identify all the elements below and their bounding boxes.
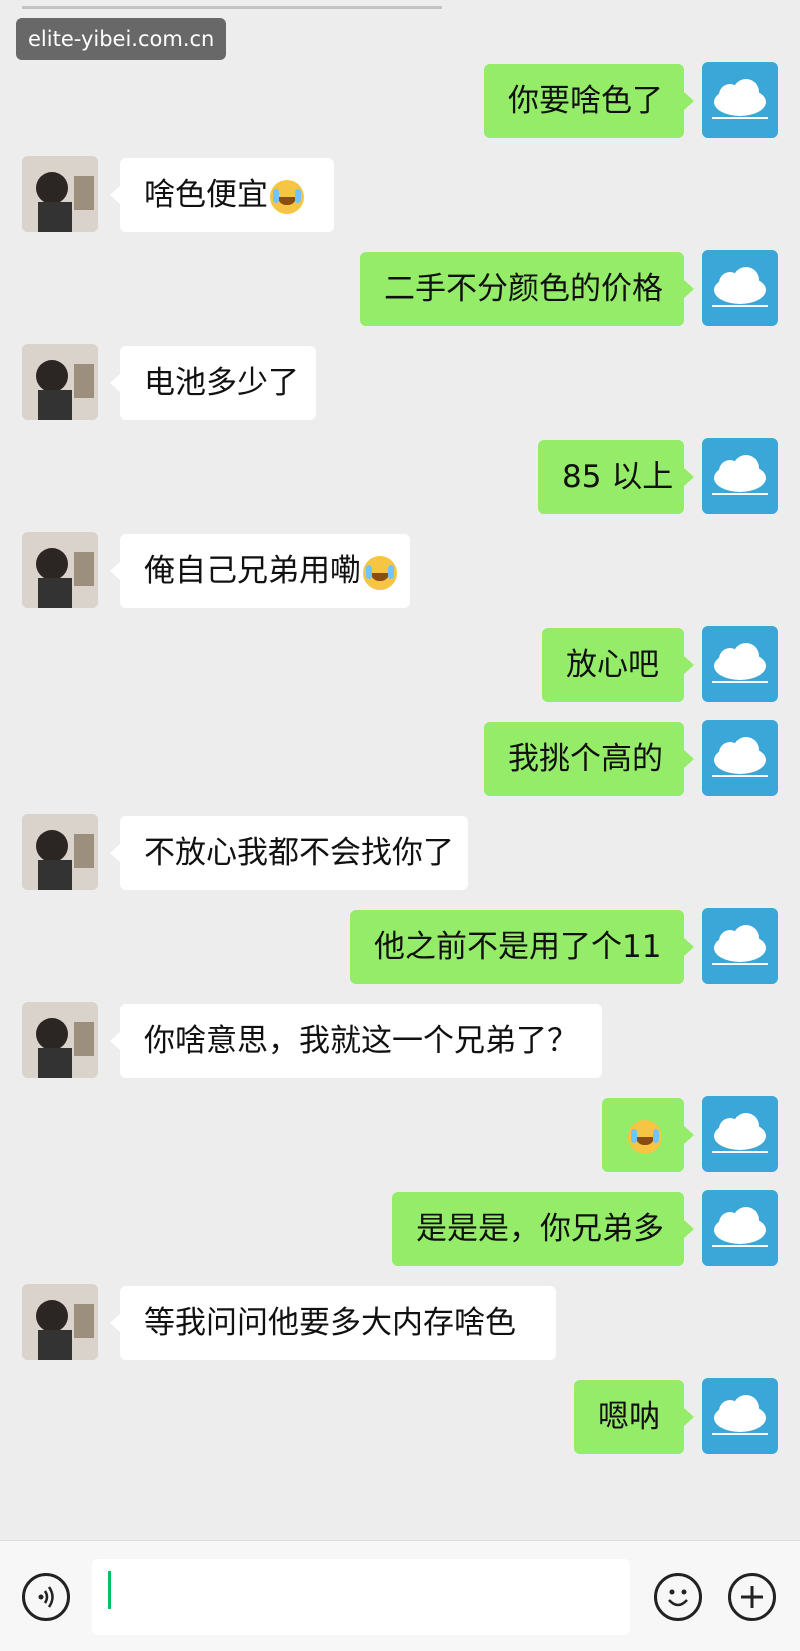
message-text: 他之前不是用了个11 — [374, 929, 662, 965]
message-bubble[interactable]: 他之前不是用了个11 — [350, 910, 694, 984]
message-text: 85 以上 — [562, 459, 674, 495]
message-text: 你啥意思，我就这一个兄弟了？ — [144, 1023, 578, 1059]
message-text: 你要啥色了 — [508, 83, 663, 119]
avatar[interactable] — [702, 720, 778, 796]
message-text: 二手不分颜色的价格 — [384, 271, 663, 307]
message-text: 嗯呐 — [598, 1399, 660, 1435]
message-row: 你要啥色了 — [0, 62, 800, 142]
message-text: 我挑个高的 — [508, 741, 663, 777]
message-row: 他之前不是用了个11 — [0, 908, 800, 988]
message-bubble[interactable]: 不放心我都不会找你了 — [110, 816, 468, 890]
voice-icon — [38, 1586, 54, 1608]
message-bubble[interactable]: 电池多少了 — [110, 346, 316, 420]
message-row: 我挑个高的 — [0, 720, 800, 800]
avatar[interactable] — [702, 1096, 778, 1172]
cloud-icon — [712, 1395, 768, 1435]
message-text: 等我问问他要多大内存啥色 — [144, 1305, 516, 1341]
laughing-crying-emoji-icon — [628, 1119, 662, 1154]
message-row: 俺自己兄弟用嘞 — [0, 532, 800, 612]
avatar[interactable] — [22, 344, 98, 420]
message-row: 等我问问他要多大内存啥色 — [0, 1284, 800, 1364]
cloud-icon — [712, 455, 768, 495]
chat-area[interactable]: 你要啥色了 啥色便宜 二手不分颜色的价格 电池多少了 85 以上 俺自己兄弟用嘞… — [0, 0, 800, 1540]
avatar[interactable] — [702, 438, 778, 514]
text-caret — [108, 1571, 111, 1609]
cloud-icon — [712, 737, 768, 777]
message-row: 电池多少了 — [0, 344, 800, 424]
avatar[interactable] — [702, 1190, 778, 1266]
avatar[interactable] — [702, 626, 778, 702]
message-bubble[interactable] — [602, 1098, 694, 1172]
cloud-icon — [712, 925, 768, 965]
message-row: 85 以上 — [0, 438, 800, 518]
avatar[interactable] — [22, 156, 98, 232]
person-photo — [22, 156, 98, 232]
avatar[interactable] — [22, 1002, 98, 1078]
person-photo — [22, 1002, 98, 1078]
person-photo — [22, 344, 98, 420]
cloud-icon — [712, 1113, 768, 1153]
message-text: 俺自己兄弟用嘞 — [144, 553, 361, 589]
person-photo — [22, 532, 98, 608]
person-photo — [22, 814, 98, 890]
message-row: 是是是，你兄弟多 — [0, 1190, 800, 1270]
emoji-button[interactable] — [654, 1573, 702, 1621]
avatar[interactable] — [702, 62, 778, 138]
cloud-icon — [712, 267, 768, 307]
person-photo — [22, 1284, 98, 1360]
message-bubble[interactable]: 嗯呐 — [574, 1380, 694, 1454]
voice-button[interactable] — [22, 1573, 70, 1621]
message-text: 啥色便宜 — [144, 177, 268, 213]
message-bubble[interactable]: 你啥意思，我就这一个兄弟了？ — [110, 1004, 602, 1078]
message-bubble[interactable]: 我挑个高的 — [484, 722, 694, 796]
message-bubble[interactable]: 等我问问他要多大内存啥色 — [110, 1286, 556, 1360]
message-row: 嗯呐 — [0, 1378, 800, 1458]
message-bubble[interactable]: 你要啥色了 — [484, 64, 694, 138]
avatar[interactable] — [22, 532, 98, 608]
avatar[interactable] — [702, 1378, 778, 1454]
message-row: 二手不分颜色的价格 — [0, 250, 800, 330]
avatar[interactable] — [702, 908, 778, 984]
avatar[interactable] — [22, 1284, 98, 1360]
message-bubble[interactable]: 二手不分颜色的价格 — [360, 252, 694, 326]
message-bubble[interactable]: 是是是，你兄弟多 — [392, 1192, 694, 1266]
message-text: 不放心我都不会找你了 — [144, 835, 454, 871]
message-text: 电池多少了 — [144, 365, 299, 401]
add-button[interactable] — [728, 1573, 776, 1621]
message-row — [0, 1096, 800, 1176]
emoji-icon — [668, 1589, 688, 1607]
laughing-crying-emoji-icon — [363, 555, 397, 590]
message-row: 不放心我都不会找你了 — [0, 814, 800, 894]
avatar[interactable] — [702, 250, 778, 326]
avatar[interactable] — [22, 814, 98, 890]
cloud-icon — [712, 1207, 768, 1247]
message-bubble[interactable]: 放心吧 — [542, 628, 694, 702]
message-input[interactable] — [92, 1559, 630, 1635]
laughing-crying-emoji-icon — [270, 179, 304, 214]
message-bubble[interactable]: 俺自己兄弟用嘞 — [110, 534, 410, 608]
message-bubble[interactable]: 85 以上 — [538, 440, 694, 514]
message-row: 啥色便宜 — [0, 156, 800, 236]
message-text: 放心吧 — [566, 647, 659, 683]
message-row: 你啥意思，我就这一个兄弟了？ — [0, 1002, 800, 1082]
message-row: 放心吧 — [0, 626, 800, 706]
input-bar — [0, 1540, 800, 1651]
cloud-icon — [712, 79, 768, 119]
message-text: 是是是，你兄弟多 — [416, 1211, 664, 1247]
cloud-icon — [712, 643, 768, 683]
add-icon — [741, 1586, 763, 1608]
message-bubble[interactable]: 啥色便宜 — [110, 158, 334, 232]
